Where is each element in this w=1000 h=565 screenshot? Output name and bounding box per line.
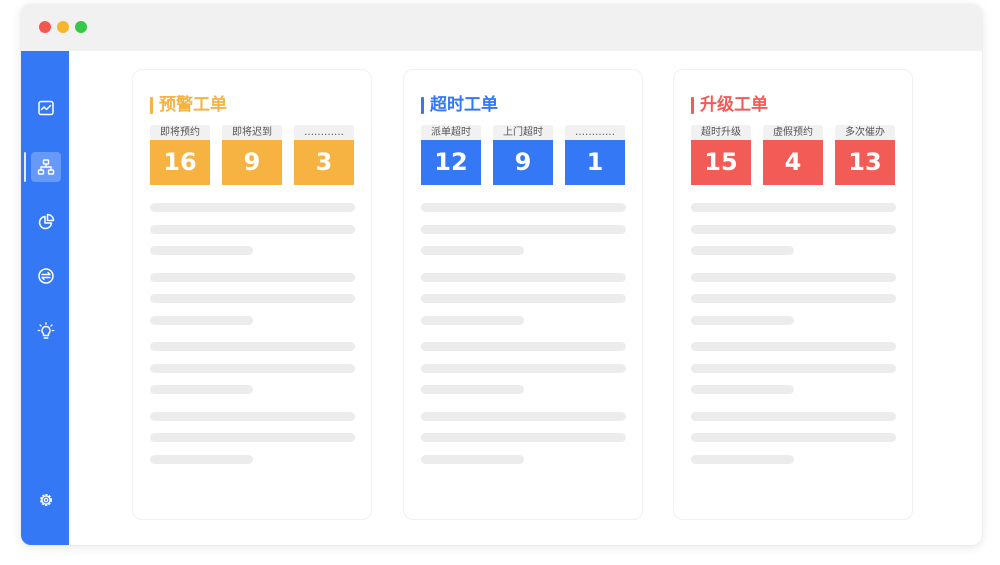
stat-value: 13	[835, 140, 895, 185]
placeholder-line	[421, 433, 626, 442]
placeholder-line	[421, 316, 524, 325]
stat-label: 超时升级	[691, 125, 751, 140]
stat-value: 15	[691, 140, 751, 185]
placeholder-line	[691, 385, 794, 394]
placeholder-line	[150, 433, 355, 442]
stat-value: 4	[763, 140, 823, 185]
placeholder-line	[421, 385, 524, 394]
placeholder-line	[150, 246, 253, 255]
stat-label: …………	[565, 125, 625, 140]
stat-value: 1	[565, 140, 625, 185]
stat-label: …………	[294, 125, 354, 140]
stat-tile[interactable]: 虚假预约 4	[763, 125, 823, 186]
placeholder-line	[150, 412, 355, 421]
placeholder-line	[691, 433, 896, 442]
stat-tile[interactable]: ………… 3	[294, 125, 354, 186]
placeholder-line	[421, 203, 626, 212]
nav-item-settings[interactable]	[31, 485, 61, 515]
stat-tile[interactable]: 即将迟到 9	[222, 125, 282, 186]
placeholder-line	[150, 273, 355, 282]
card-escalated-orders: 升级工单 超时升级 15 虚假预约 4 多次催办 13	[673, 69, 913, 520]
stat-value: 9	[222, 140, 282, 185]
placeholder-line	[421, 225, 626, 234]
pie-chart-icon	[38, 213, 55, 230]
lightbulb-icon	[37, 322, 55, 339]
placeholder-line	[150, 385, 253, 394]
stat-label: 即将迟到	[222, 125, 282, 140]
sidebar	[21, 51, 69, 545]
gear-icon	[40, 494, 52, 506]
card-title: 升级工单	[691, 94, 768, 116]
placeholder-line	[150, 342, 355, 351]
placeholder-line	[150, 203, 355, 212]
placeholder-line	[691, 342, 896, 351]
card-timeout-orders: 超时工单 派单超时 12 上门超时 9 ………… 1	[403, 69, 643, 520]
nav-item-monitor[interactable]	[31, 93, 61, 123]
placeholder-line	[421, 364, 626, 373]
placeholder-line	[691, 316, 794, 325]
placeholder-line	[691, 246, 794, 255]
stat-label: 上门超时	[493, 125, 553, 140]
placeholder-line	[150, 364, 355, 373]
nav-item-organization[interactable]	[24, 152, 61, 182]
placeholder-line	[150, 225, 355, 234]
card-title: 预警工单	[150, 94, 227, 116]
maximize-window-button[interactable]	[75, 21, 87, 33]
nav-item-statistics[interactable]	[31, 207, 61, 237]
app-window: 预警工单 即将预约 16 即将迟到 9 ………… 3 超时工单 派单超时 12	[21, 4, 982, 545]
placeholder-line	[421, 455, 524, 464]
stat-label: 派单超时	[421, 125, 481, 140]
stat-tile[interactable]: 上门超时 9	[493, 125, 553, 186]
stat-value: 12	[421, 140, 481, 185]
stat-tile[interactable]: 多次催办 13	[835, 125, 895, 186]
placeholder-line	[150, 294, 355, 303]
stat-tile[interactable]: 派单超时 12	[421, 125, 481, 186]
transfer-icon	[38, 268, 54, 284]
placeholder-line	[691, 203, 896, 212]
stat-value: 3	[294, 140, 354, 185]
placeholder-line	[691, 294, 896, 303]
card-title: 超时工单	[421, 94, 498, 116]
close-window-button[interactable]	[39, 21, 51, 33]
stat-tile[interactable]: 即将预约 16	[150, 125, 210, 186]
stat-label: 多次催办	[835, 125, 895, 140]
placeholder-line	[150, 316, 253, 325]
placeholder-line	[691, 455, 794, 464]
placeholder-line	[421, 273, 626, 282]
nav-item-ideas[interactable]	[31, 316, 61, 346]
minimize-window-button[interactable]	[57, 21, 69, 33]
stat-tile[interactable]: 超时升级 15	[691, 125, 751, 186]
stat-label: 虚假预约	[763, 125, 823, 140]
activity-chart-icon	[38, 100, 54, 116]
placeholder-line	[691, 412, 896, 421]
title-bar	[21, 4, 982, 51]
hierarchy-icon	[37, 159, 55, 175]
stat-value: 16	[150, 140, 210, 185]
stat-value: 9	[493, 140, 553, 185]
card-warning-orders: 预警工单 即将预约 16 即将迟到 9 ………… 3	[132, 69, 372, 520]
stat-label: 即将预约	[150, 125, 210, 140]
placeholder-line	[421, 342, 626, 351]
placeholder-line	[691, 273, 896, 282]
nav-item-transfer[interactable]	[31, 261, 61, 291]
placeholder-line	[421, 412, 626, 421]
stat-tile[interactable]: ………… 1	[565, 125, 625, 186]
placeholder-line	[421, 294, 626, 303]
placeholder-line	[150, 455, 253, 464]
placeholder-line	[421, 246, 524, 255]
placeholder-line	[691, 225, 896, 234]
placeholder-line	[691, 364, 896, 373]
